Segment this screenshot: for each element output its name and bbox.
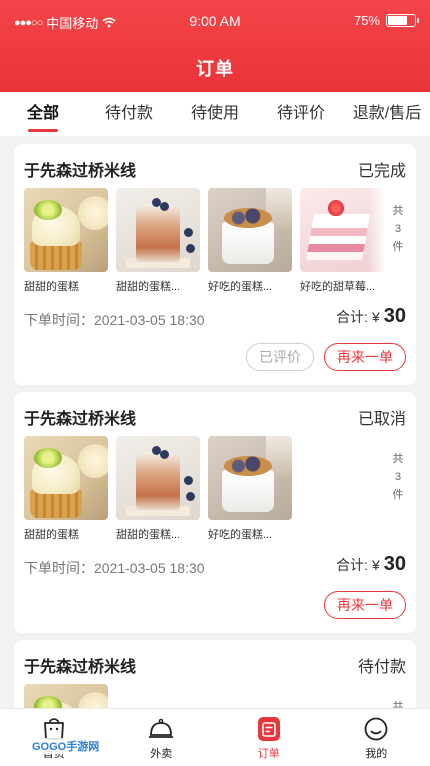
berry-jar-cake-image	[116, 188, 200, 272]
order-tabs: 全部 待付款 待使用 待评价 退款/售后	[0, 92, 430, 136]
item-count: 共 3 件	[392, 205, 404, 253]
smiley-profile-icon	[364, 717, 388, 741]
tab-pending-payment[interactable]: 待付款	[86, 92, 172, 136]
shop-name[interactable]: 于先森过桥米线	[24, 405, 136, 429]
watermark-logo: GOGO手游网	[30, 738, 102, 754]
order-item[interactable]: 甜甜的蛋糕	[24, 436, 108, 541]
status-bar: ●●●○○ 中国移动 9:00 AM 75%	[0, 13, 430, 33]
page-title: 订单	[196, 59, 234, 79]
item-name: 好吃的蛋糕...	[208, 529, 273, 541]
lime-cupcake-image	[24, 684, 108, 708]
bottom-tab-bar: 首页 外卖 订单 我的	[0, 708, 430, 766]
item-count: 共 3 件	[392, 453, 404, 501]
order-total: 合计: ¥ 30	[336, 553, 406, 575]
tabbar-label: 订单	[257, 748, 280, 760]
item-name: 好吃的蛋糕...	[208, 281, 273, 293]
lime-cupcake-image	[24, 436, 108, 520]
tabbar-profile[interactable]: 我的	[323, 709, 430, 766]
item-name: 甜甜的蛋糕	[24, 281, 79, 293]
total-amount: 30	[383, 553, 406, 575]
berry-ramekin-image	[208, 436, 292, 520]
order-total: 合计: ¥ 30	[336, 305, 406, 327]
order-list-icon	[257, 717, 280, 741]
order-item[interactable]: 好吃的蛋糕...	[208, 188, 292, 293]
item-name: 甜甜的蛋糕	[24, 529, 79, 541]
tab-refund[interactable]: 退款/售后	[344, 92, 430, 136]
reviewed-button[interactable]: 已评价	[246, 343, 314, 371]
order-item[interactable]: 甜甜的蛋糕	[24, 188, 108, 293]
order-items[interactable]: 甜甜的蛋糕 甜甜的蛋糕... 好吃的蛋糕...	[24, 436, 292, 541]
order-list[interactable]: 于先森过桥米线 已完成 甜甜的蛋糕 甜甜的蛋糕... 好吃的蛋糕... 好吃的甜…	[0, 142, 430, 708]
battery-percent: 75%	[353, 13, 380, 28]
order-time: 下单时间：2021-03-05 18:30	[24, 312, 205, 328]
tab-all[interactable]: 全部	[0, 92, 86, 136]
tabbar-takeout[interactable]: 外卖	[108, 709, 216, 766]
order-item[interactable]	[24, 684, 108, 708]
tabbar-label: 外卖	[150, 748, 173, 760]
order-items[interactable]	[24, 684, 108, 708]
shop-name[interactable]: 于先森过桥米线	[24, 157, 136, 181]
order-card[interactable]: 于先森过桥米线 待付款 共	[14, 640, 416, 708]
order-status: 已完成	[357, 163, 406, 180]
cloche-icon	[149, 718, 174, 738]
berry-jar-cake-image	[116, 436, 200, 520]
tab-to-use[interactable]: 待使用	[172, 92, 258, 136]
tab-to-review[interactable]: 待评价	[258, 92, 344, 136]
total-amount: 30	[383, 305, 406, 327]
order-item[interactable]: 好吃的蛋糕...	[208, 436, 292, 541]
order-items[interactable]: 甜甜的蛋糕 甜甜的蛋糕... 好吃的蛋糕... 好吃的甜草莓...	[24, 188, 384, 293]
item-name: 甜甜的蛋糕...	[116, 529, 181, 541]
order-status: 待付款	[357, 659, 406, 676]
shop-name[interactable]: 于先森过桥米线	[24, 653, 136, 677]
order-item[interactable]: 甜甜的蛋糕...	[116, 436, 200, 541]
app-header: ●●●○○ 中国移动 9:00 AM 75% 订单	[0, 0, 430, 92]
berry-ramekin-image	[208, 188, 292, 272]
item-count: 共	[392, 701, 404, 708]
tabbar-orders[interactable]: 订单	[215, 709, 323, 766]
reorder-button[interactable]: 再来一单	[324, 343, 406, 371]
order-item[interactable]: 甜甜的蛋糕...	[116, 188, 200, 293]
battery-icon	[386, 14, 419, 27]
lime-cupcake-image	[24, 188, 108, 272]
order-card[interactable]: 于先森过桥米线 已完成 甜甜的蛋糕 甜甜的蛋糕... 好吃的蛋糕... 好吃的甜…	[14, 144, 416, 385]
item-name: 甜甜的蛋糕...	[116, 281, 181, 293]
reorder-button[interactable]: 再来一单	[324, 591, 406, 619]
order-status: 已取消	[357, 411, 406, 428]
item-name: 好吃的甜草莓...	[300, 281, 376, 293]
tabbar-label: 我的	[365, 748, 388, 760]
order-time: 下单时间：2021-03-05 18:30	[24, 560, 205, 576]
order-card[interactable]: 于先森过桥米线 已取消 甜甜的蛋糕 甜甜的蛋糕... 好吃的蛋糕... 共 3 …	[14, 392, 416, 633]
